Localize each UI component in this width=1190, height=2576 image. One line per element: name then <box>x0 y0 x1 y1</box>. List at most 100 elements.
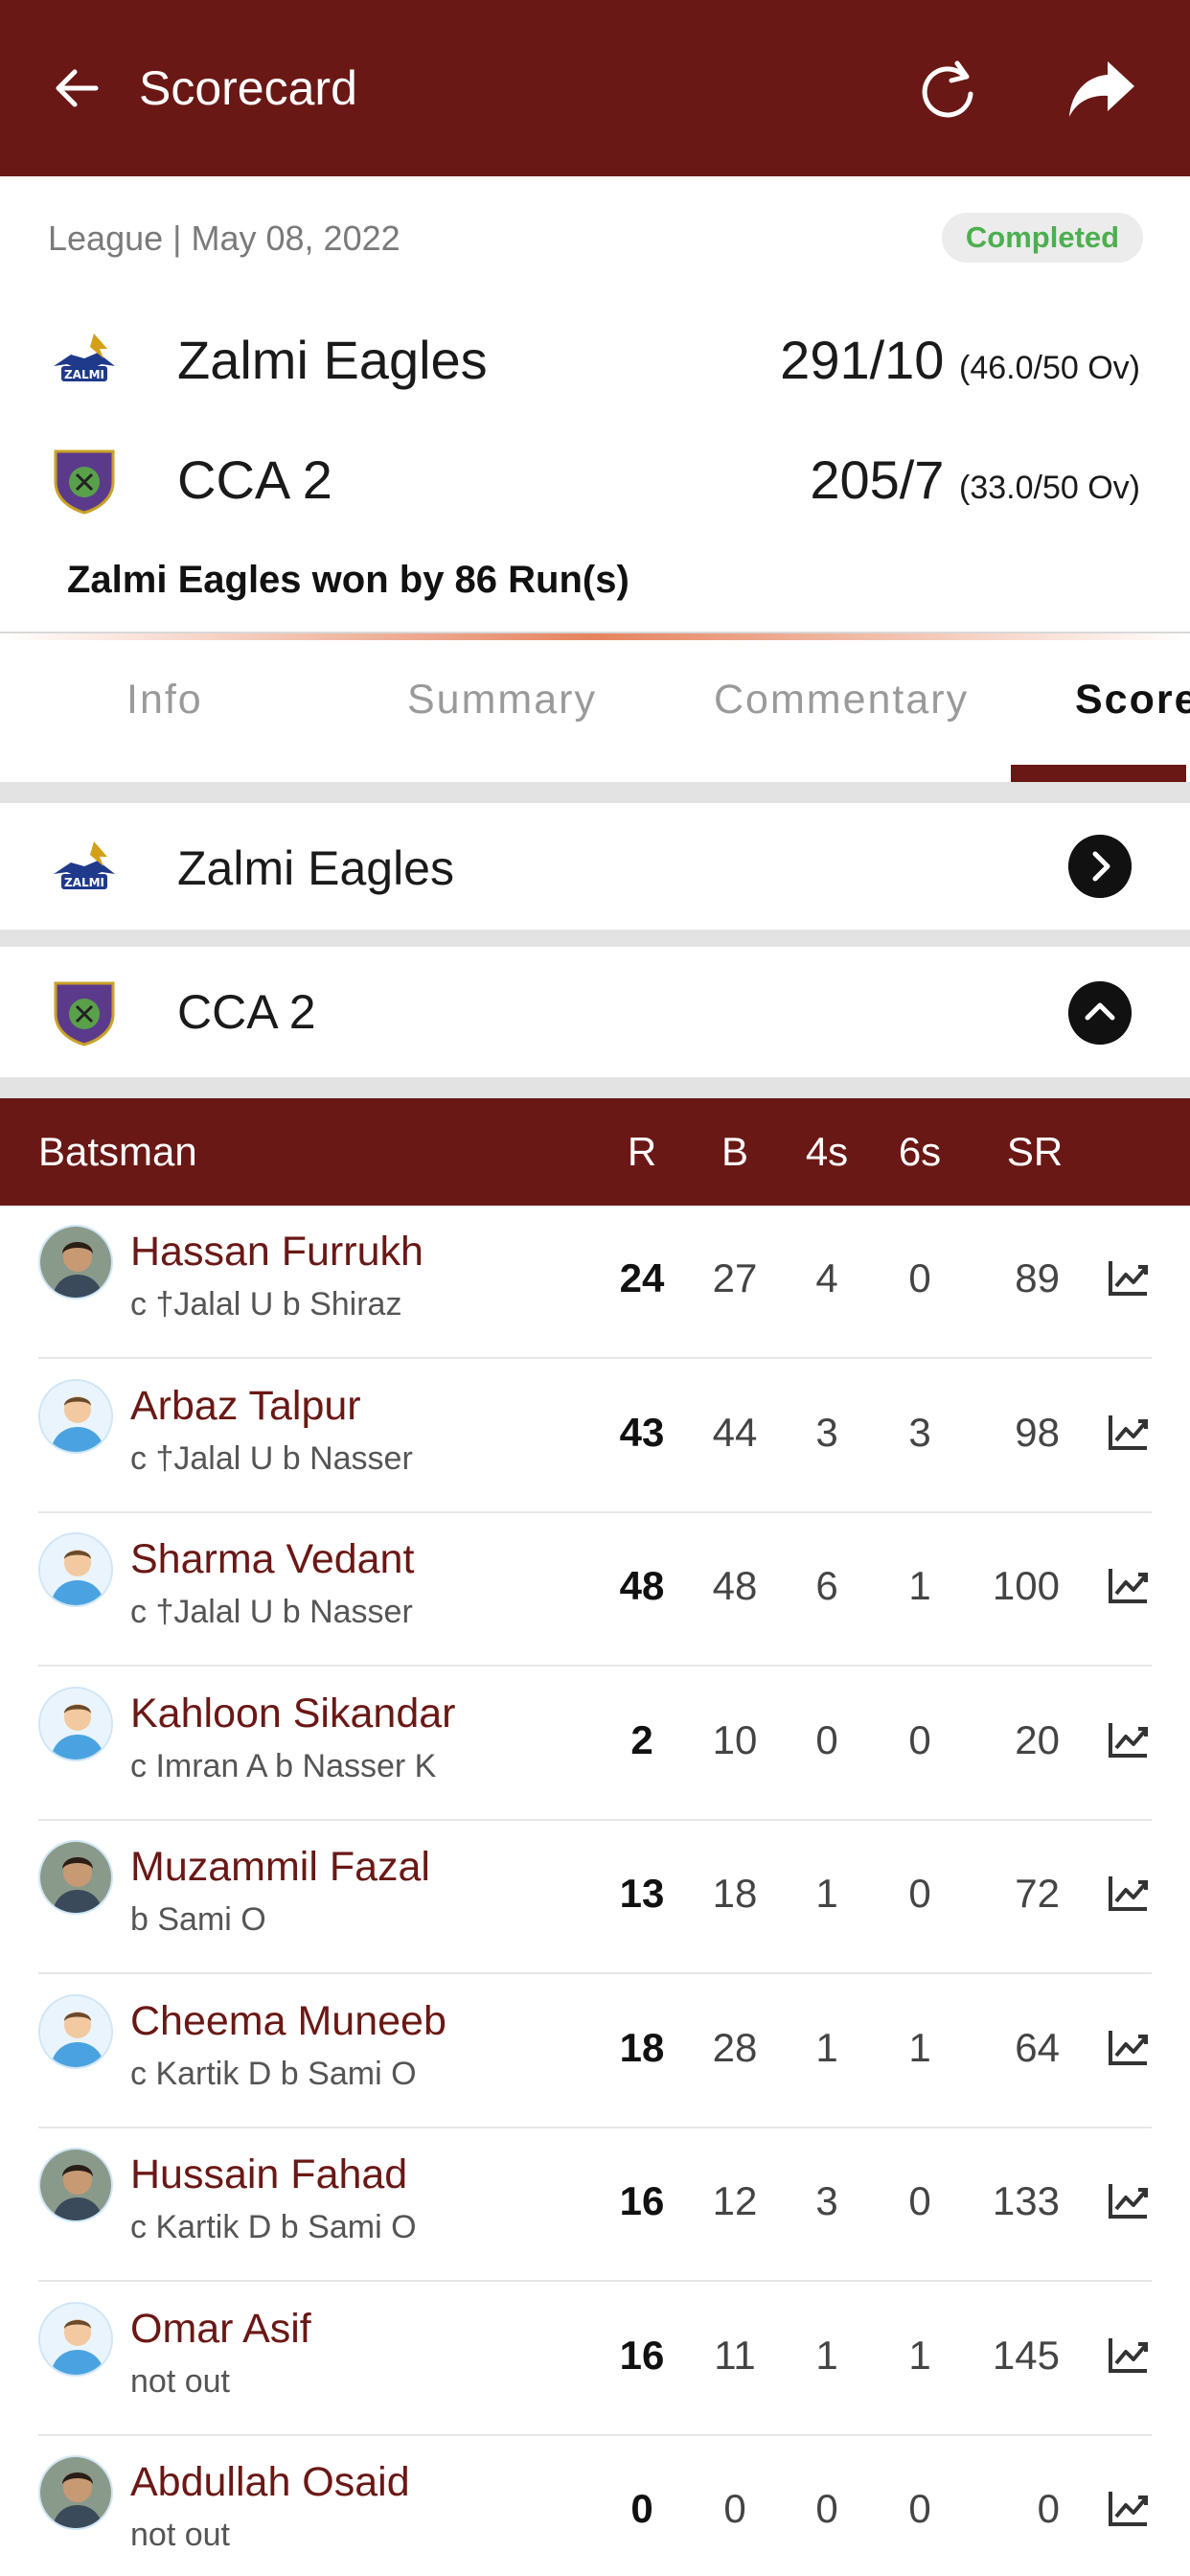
header-strike-rate: SR <box>1006 1129 1064 1174</box>
header-sixes: 6s <box>898 1129 942 1174</box>
balls-value: 10 <box>712 1717 758 1762</box>
stats-chart-icon[interactable] <box>1107 1717 1151 1761</box>
table-row[interactable]: Arbaz Talpur c †Jalal U b Nasser 43 44 3 3 98 <box>0 1360 1190 1513</box>
svg-text:ZALMI: ZALMI <box>64 876 104 889</box>
stats-chart-icon[interactable] <box>1107 2486 1151 2530</box>
header-balls: B <box>721 1129 748 1174</box>
dismissal-text: c †Jalal U b Nasser <box>130 1440 413 1477</box>
fours-value: 3 <box>815 2178 838 2223</box>
section-separator <box>0 782 1190 803</box>
balls-value: 28 <box>712 2025 758 2070</box>
stats-chart-icon[interactable] <box>1107 1410 1151 1454</box>
player-name[interactable]: Hassan Furrukh <box>130 1225 423 1278</box>
runs-value: 18 <box>619 2025 665 2070</box>
active-tab-indicator <box>1011 765 1186 782</box>
match-meta: League | May 08, 2022 <box>48 218 400 258</box>
row-divider <box>38 2280 1152 2282</box>
dismissal-text: c Imran A b Nasser K <box>130 1748 437 1784</box>
player-name[interactable]: Kahloon Sikandar <box>130 1687 455 1740</box>
dismissal-text: b Sami O <box>130 1901 266 1938</box>
overs-value: (46.0/50 Ov) <box>959 350 1140 386</box>
table-row[interactable]: Muzammil Fazal b Sami O 13 18 1 0 72 <box>0 1821 1190 1974</box>
runs-value: 13 <box>619 1871 665 1916</box>
runs-value: 0 <box>630 2486 653 2531</box>
score-value: 291/10 <box>780 330 945 390</box>
innings-team-name: CCA 2 <box>177 985 316 1039</box>
player-name[interactable]: Omar Asif <box>130 2302 311 2356</box>
strike-rate-value: 20 <box>1015 1717 1060 1762</box>
back-arrow-icon[interactable] <box>48 59 105 117</box>
sixes-value: 0 <box>908 2178 931 2223</box>
strike-rate-value: 0 <box>1037 2486 1060 2531</box>
balls-value: 18 <box>712 1871 758 1916</box>
dismissal-text: not out <box>130 2363 230 2400</box>
balls-value: 0 <box>723 2486 746 2531</box>
innings-header-cca-2[interactable]: CCA 2 <box>0 947 1190 1077</box>
innings-header-zalmi-eagles[interactable]: ZALMI Zalmi Eagles <box>0 803 1190 930</box>
player-name[interactable]: Sharma Vedant <box>130 1532 414 1586</box>
fours-value: 3 <box>815 1410 838 1455</box>
player-name[interactable]: Hussain Fahad <box>130 2148 407 2201</box>
table-row[interactable]: Kahloon Sikandar c Imran A b Nasser K 2 10 0… <box>0 1668 1190 1821</box>
tab-info[interactable]: Info <box>126 677 203 724</box>
avatar <box>38 1687 113 1761</box>
avatar <box>38 1379 113 1454</box>
chevron-up-icon[interactable] <box>1068 981 1132 1045</box>
stats-chart-icon[interactable] <box>1107 1255 1151 1300</box>
tab-score[interactable]: Score <box>1075 677 1190 724</box>
zalmi-eagles-logo-icon: ZALMI <box>54 841 115 889</box>
header-runs: R <box>627 1129 657 1174</box>
svg-text:ZALMI: ZALMI <box>64 368 104 381</box>
fours-value: 4 <box>815 1255 838 1300</box>
sixes-value: 1 <box>908 1563 931 1608</box>
page-title: Scorecard <box>139 61 357 115</box>
chevron-right-icon[interactable] <box>1068 835 1132 898</box>
avatar <box>38 1225 113 1300</box>
share-icon[interactable] <box>1065 56 1138 123</box>
table-row[interactable]: Hassan Furrukh c †Jalal U b Shiraz 24 27 4 0 8… <box>0 1206 1190 1359</box>
fours-value: 1 <box>815 2333 838 2378</box>
tab-commentary[interactable]: Commentary <box>714 677 969 724</box>
team-score: 205/7 (33.0/50 Ov) <box>810 449 1140 518</box>
stats-chart-icon[interactable] <box>1107 1871 1151 1915</box>
table-row[interactable]: Hussain Fahad c Kartik D b Sami O 16 12 3 0 13… <box>0 2128 1190 2282</box>
table-row[interactable]: Sharma Vedant c †Jalal U b Nasser 48 48 6 1 10… <box>0 1513 1190 1667</box>
cca-logo-icon <box>54 449 115 515</box>
balls-value: 27 <box>712 1255 758 1300</box>
stats-chart-icon[interactable] <box>1107 2025 1151 2069</box>
strike-rate-value: 100 <box>992 1563 1060 1608</box>
stats-chart-icon[interactable] <box>1107 2178 1151 2222</box>
dismissal-text: c Kartik D b Sami O <box>130 2209 417 2245</box>
player-name[interactable]: Arbaz Talpur <box>130 1379 361 1433</box>
status-badge: Completed <box>942 213 1143 263</box>
row-divider <box>38 1357 1152 1359</box>
zalmi-eagles-logo-icon: ZALMI <box>54 334 115 381</box>
sixes-value: 1 <box>908 2025 931 2070</box>
runs-value: 2 <box>630 1717 653 1762</box>
refresh-icon[interactable] <box>915 56 982 123</box>
fours-value: 1 <box>815 2025 838 2070</box>
team-score-row-1: ZALMI Zalmi Eagles 291/10 (46.0/50 Ov) <box>0 316 1190 402</box>
strike-rate-value: 145 <box>992 2333 1060 2378</box>
player-name[interactable]: Muzammil Fazal <box>130 1840 430 1894</box>
fours-value: 1 <box>815 1871 838 1916</box>
team-score: 291/10 (46.0/50 Ov) <box>780 330 1140 399</box>
runs-value: 16 <box>619 2333 665 2378</box>
player-name[interactable]: Abdullah Osaid <box>130 2455 410 2509</box>
sixes-value: 3 <box>908 1410 931 1455</box>
avatar <box>38 2148 113 2222</box>
player-name[interactable]: Cheema Muneeb <box>130 1994 446 2048</box>
sixes-value: 0 <box>908 1871 931 1916</box>
table-row[interactable]: Cheema Muneeb c Kartik D b Sami O 18 28 1 1 64 <box>0 1975 1190 2128</box>
tab-summary[interactable]: Summary <box>407 677 597 724</box>
sixes-value: 0 <box>908 2486 931 2531</box>
header-batsman: Batsman <box>38 1129 197 1174</box>
stats-chart-icon[interactable] <box>1107 2333 1151 2377</box>
table-row[interactable]: Omar Asif not out 16 11 1 1 145 <box>0 2283 1190 2436</box>
divider <box>0 632 1190 640</box>
section-separator <box>0 1077 1190 1098</box>
table-row[interactable]: Abdullah Osaid not out 0 0 0 0 0 <box>0 2436 1190 2576</box>
avatar <box>38 1532 113 1607</box>
fours-value: 6 <box>815 1563 838 1608</box>
stats-chart-icon[interactable] <box>1107 1563 1151 1607</box>
